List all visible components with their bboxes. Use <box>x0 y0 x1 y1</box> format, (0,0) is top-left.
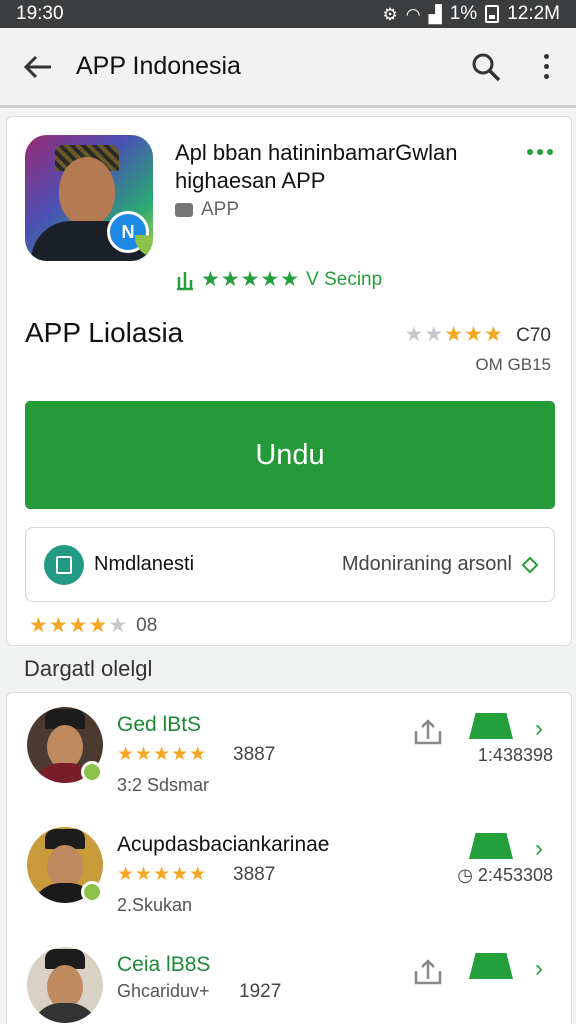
developer-icon <box>175 203 193 217</box>
diamond-icon[interactable] <box>521 556 539 573</box>
settings-status-icon: ⚙ <box>382 4 398 24</box>
small-rating-stars: ★★★★★ <box>29 614 129 637</box>
clock-icon: ◷ <box>457 865 473 885</box>
item-score: 3887 <box>233 864 276 885</box>
battery-icon <box>485 5 500 23</box>
small-rating-value: 08 <box>136 614 158 636</box>
item-score: 1927 <box>239 981 282 1002</box>
item-subtitle: Ghcariduv+ <box>117 981 210 1001</box>
rating-stars: ★★★★★ <box>404 323 504 346</box>
card-more-button[interactable] <box>527 149 553 155</box>
chevron-right-icon[interactable]: › <box>535 835 543 863</box>
green-stars: ★★★★★ <box>201 268 301 291</box>
list-item[interactable]: Ceia lB8S Ghcariduv+ 1927 › <box>7 933 571 1024</box>
item-subtitle: 2.Skukan <box>117 895 193 915</box>
info-right-label: Mdoniraning arsonl <box>341 553 512 575</box>
status-icons: ⚙ ◠ ▟ 1% 12:2M <box>383 3 560 25</box>
more-vert-icon <box>543 54 549 79</box>
download-size: OM GB15 <box>475 355 551 374</box>
item-meta: ◷ 2:453308 <box>457 865 553 886</box>
avatar <box>27 947 103 1023</box>
item-title: Acupdasbaciankarinae <box>117 833 330 856</box>
upload-icon <box>414 719 442 745</box>
battery-percent: 1% <box>449 3 478 24</box>
item-stars: ★★★★★ <box>117 744 208 765</box>
related-list: Ged lBtS ★★★★★ 3887 3:2 Sdsmar › 1:43839… <box>6 692 572 1024</box>
search-button[interactable] <box>456 27 516 107</box>
upload-icon <box>414 959 442 985</box>
chart-icon <box>177 271 193 290</box>
list-item[interactable]: Ged lBtS ★★★★★ 3887 3:2 Sdsmar › 1:43839… <box>7 693 571 813</box>
search-icon <box>472 53 501 81</box>
app-icon: N <box>25 135 153 261</box>
verified-icon <box>81 761 103 783</box>
arrow-left-icon <box>23 55 51 78</box>
status-time: 19:30 <box>16 3 64 24</box>
info-box[interactable]: Nmdlanesti Mdoniraning arsonl <box>25 527 555 602</box>
item-stars: ★★★★★ <box>117 864 208 885</box>
page-title: APP Indonesia <box>76 52 241 80</box>
store-icon <box>469 713 513 739</box>
developer-name: APP <box>201 199 240 220</box>
signal-icon: ▟ <box>428 4 442 24</box>
developer-line: APP <box>175 199 239 221</box>
list-item[interactable]: Acupdasbaciankarinae ★★★★★ 3887 2.Skukan… <box>7 813 571 933</box>
item-meta: 1:438398 <box>477 745 553 765</box>
back-button[interactable] <box>0 27 76 107</box>
item-title: Ged lBtS <box>117 713 202 736</box>
small-rating: ★★★★★ 08 <box>29 613 157 638</box>
item-meta-text: 2:453308 <box>477 865 553 885</box>
app-detail-card: N Apl bban hatininbamarGwlan highaesan A… <box>6 116 572 646</box>
info-left-label: Nmdlanesti <box>94 553 195 575</box>
app-name: Apl bban hatininbamarGwlan highaesan APP <box>175 140 458 193</box>
status-clock: 12:2M <box>507 3 560 24</box>
chevron-right-icon[interactable]: › <box>535 715 543 743</box>
rating-label: V Secinp <box>306 268 383 290</box>
status-bar: 19:30 ⚙ ◠ ▟ 1% 12:2M <box>0 0 576 28</box>
store-icon <box>469 833 513 859</box>
store-icon <box>469 953 513 979</box>
verified-icon <box>81 881 103 903</box>
section-title: Dargatl olelgl <box>24 656 153 681</box>
rating-summary: ★★★★★ C70 OM GB15 <box>405 322 551 375</box>
more-options-button[interactable] <box>516 27 576 107</box>
item-subtitle: 3:2 Sdsmar <box>117 775 210 795</box>
install-button[interactable]: Undu <box>25 401 555 509</box>
app-title: APP Liolasia <box>25 317 184 348</box>
app-bar: APP Indonesia <box>0 28 576 108</box>
rating-line: ★★★★★ V Secinp <box>175 267 382 292</box>
chevron-right-icon[interactable]: › <box>535 955 543 983</box>
bag-icon <box>44 544 84 585</box>
item-title: Ceia lB8S <box>117 953 211 976</box>
rating-count: C70 <box>516 325 551 346</box>
item-score: 3887 <box>233 744 276 765</box>
wifi-icon: ◠ <box>405 4 421 24</box>
